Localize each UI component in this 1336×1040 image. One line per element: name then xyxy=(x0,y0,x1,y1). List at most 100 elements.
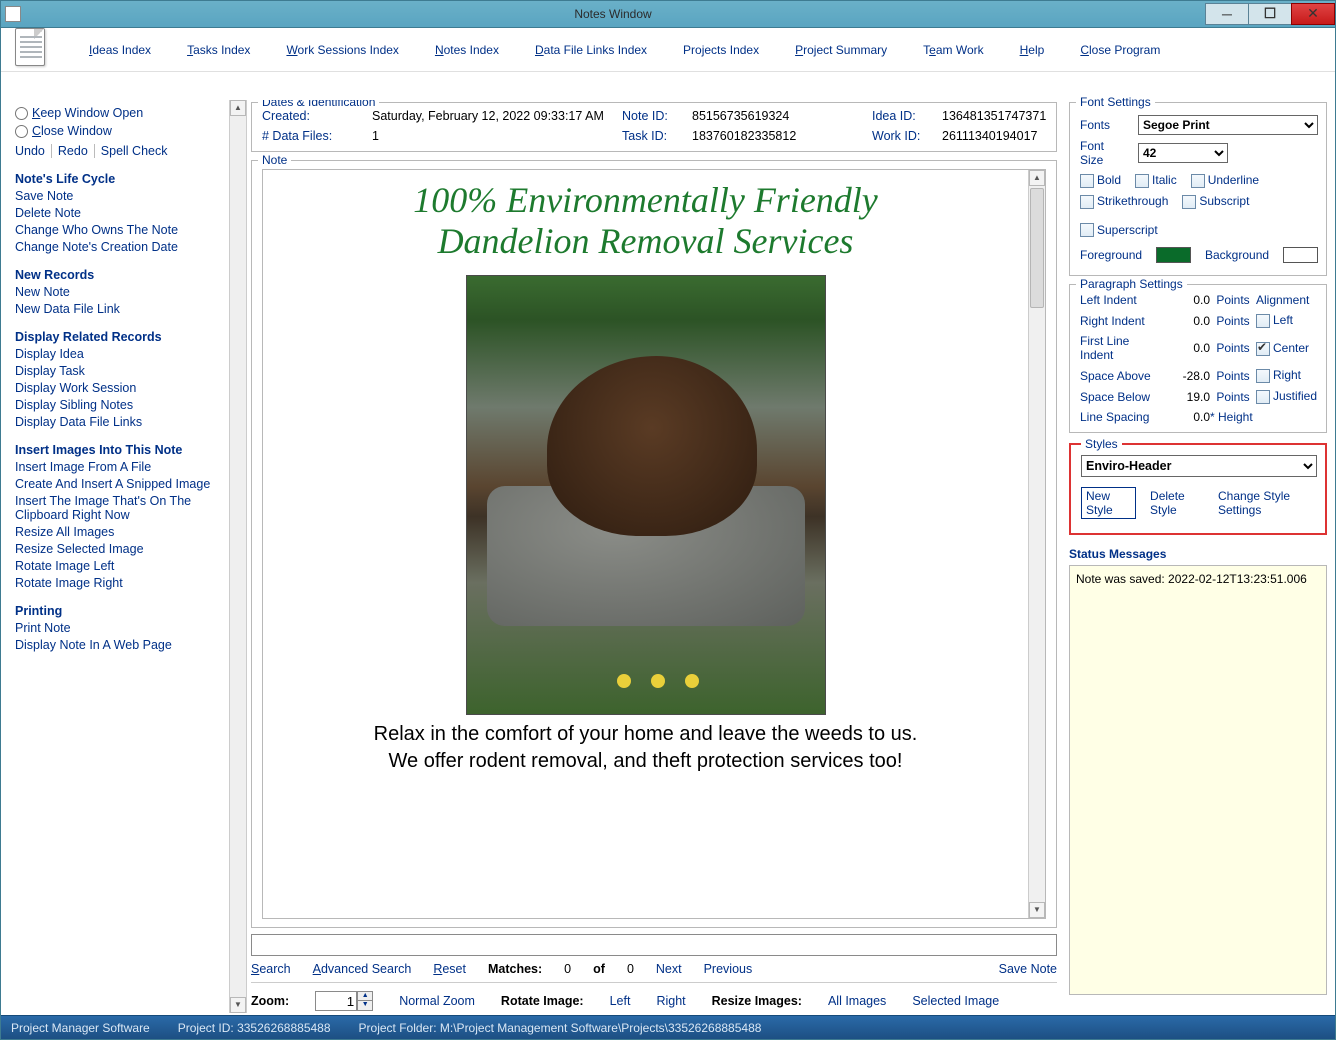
font-size-select[interactable]: 42 xyxy=(1138,143,1228,163)
menu-ideas-index[interactable]: Ideas Index xyxy=(89,43,151,57)
display-work-session-link[interactable]: Display Work Session xyxy=(15,381,221,395)
align-center-checkbox[interactable] xyxy=(1256,342,1270,356)
points-label-5: Points xyxy=(1210,390,1256,404)
resize-all-link[interactable]: Resize All Images xyxy=(15,525,221,539)
space-above-value: -28.0 xyxy=(1160,369,1210,383)
display-sibling-notes-link[interactable]: Display Sibling Notes xyxy=(15,398,221,412)
note-editor[interactable]: 100% Environmentally Friendly Dandelion … xyxy=(262,169,1046,919)
subscript-checkbox[interactable] xyxy=(1182,195,1196,209)
note-image xyxy=(466,275,826,715)
paragraph-settings-group: Paragraph Settings Left Indent 0.0 Point… xyxy=(1069,284,1327,432)
styles-group: Styles Enviro-Header New Style Delete St… xyxy=(1069,443,1327,535)
background-swatch[interactable] xyxy=(1283,247,1318,263)
change-date-link[interactable]: Change Note's Creation Date xyxy=(15,240,221,254)
undo-link[interactable]: Undo xyxy=(15,144,52,158)
close-window-radio[interactable] xyxy=(15,125,28,138)
underline-checkbox[interactable] xyxy=(1191,174,1205,188)
print-note-link[interactable]: Print Note xyxy=(15,621,221,635)
menu-tasks-index[interactable]: Tasks Index xyxy=(187,43,250,57)
lifecycle-heading: Note's Life Cycle xyxy=(15,172,221,186)
note-caption-line1: Relax in the comfort of your home and le… xyxy=(283,721,1008,748)
search-link[interactable]: Search xyxy=(251,962,291,976)
save-note-link[interactable]: Save Note xyxy=(15,189,221,203)
insert-image-file-link[interactable]: Insert Image From A File xyxy=(15,460,221,474)
fonts-select[interactable]: Segoe Print xyxy=(1138,115,1318,135)
data-files-label: # Data Files: xyxy=(262,129,372,143)
underline-label: Underline xyxy=(1208,173,1259,187)
redo-link[interactable]: Redo xyxy=(58,144,95,158)
change-style-link[interactable]: Change Style Settings xyxy=(1218,489,1317,517)
align-left-checkbox[interactable] xyxy=(1256,314,1270,328)
resize-selected-btn[interactable]: Selected Image xyxy=(912,994,999,1008)
strike-checkbox[interactable] xyxy=(1080,195,1094,209)
zoom-input[interactable] xyxy=(315,991,357,1011)
sidebar-scrollbar[interactable]: ▲ ▼ xyxy=(229,100,247,1013)
menu-team-work[interactable]: Team Work xyxy=(923,43,983,57)
insert-clipboard-link[interactable]: Insert The Image That's On The Clipboard… xyxy=(15,494,221,522)
right-indent-label: Right Indent xyxy=(1080,314,1160,328)
delete-note-link[interactable]: Delete Note xyxy=(15,206,221,220)
new-style-button[interactable]: New Style xyxy=(1081,487,1136,519)
foreground-swatch[interactable] xyxy=(1156,247,1191,263)
rotate-left-btn[interactable]: Left xyxy=(610,994,631,1008)
resize-selected-link[interactable]: Resize Selected Image xyxy=(15,542,221,556)
align-right-checkbox[interactable] xyxy=(1256,369,1270,383)
change-owner-link[interactable]: Change Who Owns The Note xyxy=(15,223,221,237)
window-title: Notes Window xyxy=(21,7,1205,21)
display-web-link[interactable]: Display Note In A Web Page xyxy=(15,638,221,652)
close-button[interactable]: ✕ xyxy=(1291,3,1335,25)
note-scrollbar[interactable]: ▲ ▼ xyxy=(1028,170,1045,918)
menu-project-summary[interactable]: Project Summary xyxy=(795,43,887,57)
italic-checkbox[interactable] xyxy=(1135,174,1149,188)
statusbar: Project Manager Software Project ID: 335… xyxy=(1,1015,1335,1039)
scroll-down-icon[interactable]: ▼ xyxy=(230,997,246,1013)
keep-window-open-radio[interactable] xyxy=(15,107,28,120)
delete-style-link[interactable]: Delete Style xyxy=(1150,489,1204,517)
paragraph-legend: Paragraph Settings xyxy=(1076,277,1187,291)
resize-images-label: Resize Images: xyxy=(712,994,802,1008)
idea-id-label: Idea ID: xyxy=(872,109,942,123)
menu-projects-index[interactable]: Projects Index xyxy=(683,43,759,57)
search-input[interactable] xyxy=(251,934,1057,956)
normal-zoom-link[interactable]: Normal Zoom xyxy=(399,994,475,1008)
display-idea-link[interactable]: Display Idea xyxy=(15,347,221,361)
bold-checkbox[interactable] xyxy=(1080,174,1094,188)
resize-all-btn[interactable]: All Images xyxy=(828,994,886,1008)
minimize-button[interactable]: ─ xyxy=(1205,3,1249,25)
menu-help[interactable]: Help xyxy=(1020,43,1045,57)
previous-link[interactable]: Previous xyxy=(704,962,753,976)
align-justified-checkbox[interactable] xyxy=(1256,390,1270,404)
display-dfl-link[interactable]: Display Data File Links xyxy=(15,415,221,429)
rotate-right-link[interactable]: Rotate Image Right xyxy=(15,576,221,590)
zoom-up-icon[interactable]: ▲ xyxy=(358,992,372,1001)
menu-data-file-links-index[interactable]: Data File Links Index xyxy=(535,43,647,57)
first-line-label: First Line Indent xyxy=(1080,334,1160,362)
menu-work-sessions-index[interactable]: Work Sessions Index xyxy=(286,43,399,57)
menu-notes-index[interactable]: Notes Index xyxy=(435,43,499,57)
scroll-up-icon[interactable]: ▲ xyxy=(230,100,246,116)
new-note-link[interactable]: New Note xyxy=(15,285,221,299)
display-task-link[interactable]: Display Task xyxy=(15,364,221,378)
work-id-value: 26111340194017 xyxy=(942,129,1065,143)
rotate-right-btn[interactable]: Right xyxy=(656,994,685,1008)
height-label: * Height xyxy=(1210,410,1256,424)
zoom-down-icon[interactable]: ▼ xyxy=(358,1001,372,1010)
note-scroll-down-icon[interactable]: ▼ xyxy=(1029,902,1045,918)
note-scroll-thumb[interactable] xyxy=(1030,188,1044,308)
zoom-spinner[interactable]: ▲▼ xyxy=(357,991,373,1011)
styles-select[interactable]: Enviro-Header xyxy=(1081,455,1317,477)
superscript-checkbox[interactable] xyxy=(1080,223,1094,237)
create-snip-link[interactable]: Create And Insert A Snipped Image xyxy=(15,477,221,491)
next-link[interactable]: Next xyxy=(656,962,682,976)
reset-link[interactable]: Reset xyxy=(433,962,466,976)
maximize-button[interactable]: ☐ xyxy=(1248,3,1292,25)
menu-close-program[interactable]: Close Program xyxy=(1080,43,1160,57)
superscript-label: Superscript xyxy=(1097,223,1158,237)
advanced-search-link[interactable]: Advanced Search xyxy=(313,962,412,976)
note-scroll-up-icon[interactable]: ▲ xyxy=(1029,170,1045,186)
spellcheck-link[interactable]: Spell Check xyxy=(101,144,174,158)
new-data-file-link[interactable]: New Data File Link xyxy=(15,302,221,316)
left-indent-value: 0.0 xyxy=(1160,293,1210,307)
rotate-left-link[interactable]: Rotate Image Left xyxy=(15,559,221,573)
save-note-search-link[interactable]: Save Note xyxy=(999,962,1057,976)
